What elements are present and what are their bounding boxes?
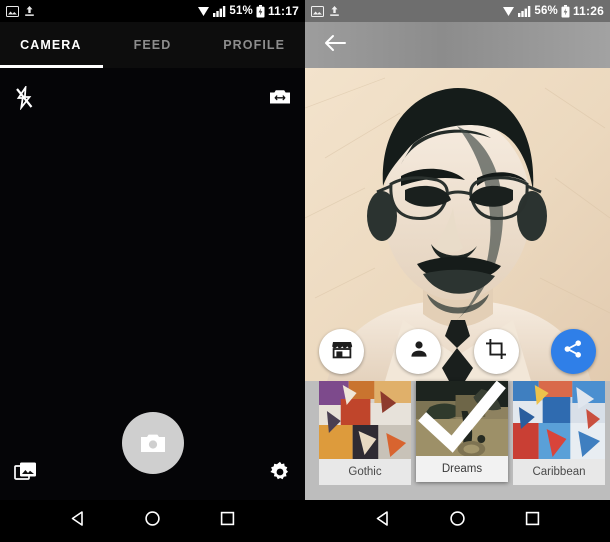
tab-profile[interactable]: PROFILE — [203, 38, 305, 52]
battery-icon — [256, 4, 265, 18]
android-nav-bar — [0, 500, 305, 542]
camera-icon — [140, 434, 165, 452]
right-phone-screen: 56% 11:26 Gothic Dreams Caribbean — [305, 0, 610, 542]
filter-thumbnail — [416, 381, 508, 456]
tab-feed[interactable]: FEED — [102, 38, 204, 52]
battery-percent: 56% — [534, 5, 558, 17]
action-button-row — [305, 328, 610, 374]
nav-home-icon[interactable] — [143, 509, 162, 533]
status-bar: 56% 11:26 — [305, 0, 610, 22]
portrait-button[interactable] — [396, 328, 442, 374]
crop-button[interactable] — [473, 328, 519, 374]
caribbean-thumbnail-art — [513, 381, 605, 459]
filter-tile-dreams[interactable]: Dreams — [416, 381, 508, 482]
clock: 11:17 — [267, 4, 299, 18]
share-icon — [563, 339, 583, 364]
screenshot-icon — [311, 5, 324, 17]
battery-icon — [561, 4, 570, 18]
battery-percent: 51% — [229, 5, 253, 17]
signal-icon — [518, 5, 531, 17]
camera-viewfinder[interactable] — [0, 68, 305, 500]
status-bar-right-icons: 51% 11:17 — [197, 4, 299, 18]
tab-camera[interactable]: CAMERA — [0, 38, 102, 52]
person-icon — [409, 339, 429, 364]
wifi-icon — [197, 5, 210, 17]
switch-camera-icon[interactable] — [269, 88, 291, 111]
app-bar — [305, 22, 610, 68]
selected-checkmark-icon — [416, 381, 508, 456]
filter-tile-caribbean[interactable]: Caribbean — [513, 381, 605, 485]
signal-icon — [213, 5, 226, 17]
nav-back-icon[interactable] — [68, 509, 87, 533]
status-bar-left-icons — [311, 5, 340, 17]
status-bar: 51% 11:17 — [0, 0, 305, 22]
wifi-icon — [502, 5, 515, 17]
gothic-thumbnail-art — [319, 381, 411, 459]
dual-screenshot: 51% 11:17 CAMERA FEED PROFILE 56% 11:26 … — [0, 0, 610, 542]
upload-icon — [24, 5, 35, 17]
filter-tile-gothic[interactable]: Gothic — [319, 381, 411, 485]
tab-bar: CAMERA FEED PROFILE — [0, 22, 305, 68]
nav-home-icon[interactable] — [448, 509, 467, 533]
settings-gear-icon[interactable] — [269, 461, 291, 488]
storefront-icon — [331, 339, 353, 364]
status-bar-right-icons: 56% 11:26 — [502, 4, 604, 18]
android-nav-bar — [305, 500, 610, 542]
share-button[interactable] — [550, 328, 596, 374]
viewfinder-top-controls — [0, 84, 305, 115]
screenshot-icon — [6, 5, 19, 17]
nav-recents-icon[interactable] — [523, 509, 542, 533]
flash-off-icon[interactable] — [14, 84, 34, 115]
filter-label: Caribbean — [513, 459, 605, 485]
filter-thumbnail — [513, 381, 605, 459]
store-button[interactable] — [319, 328, 364, 374]
status-bar-left-icons — [6, 5, 35, 17]
nav-recents-icon[interactable] — [218, 509, 237, 533]
filter-label: Dreams — [416, 456, 508, 482]
crop-icon — [485, 338, 507, 365]
shutter-button[interactable] — [121, 412, 184, 474]
back-arrow-icon[interactable] — [323, 33, 347, 58]
filter-label: Gothic — [319, 459, 411, 485]
gallery-icon[interactable] — [14, 461, 38, 488]
left-phone-screen: 51% 11:17 CAMERA FEED PROFILE — [0, 0, 305, 542]
upload-icon — [329, 5, 340, 17]
filter-strip[interactable]: Gothic Dreams Caribbean — [305, 381, 610, 500]
clock: 11:26 — [572, 4, 604, 18]
filter-thumbnail — [319, 381, 411, 459]
nav-back-icon[interactable] — [373, 509, 392, 533]
